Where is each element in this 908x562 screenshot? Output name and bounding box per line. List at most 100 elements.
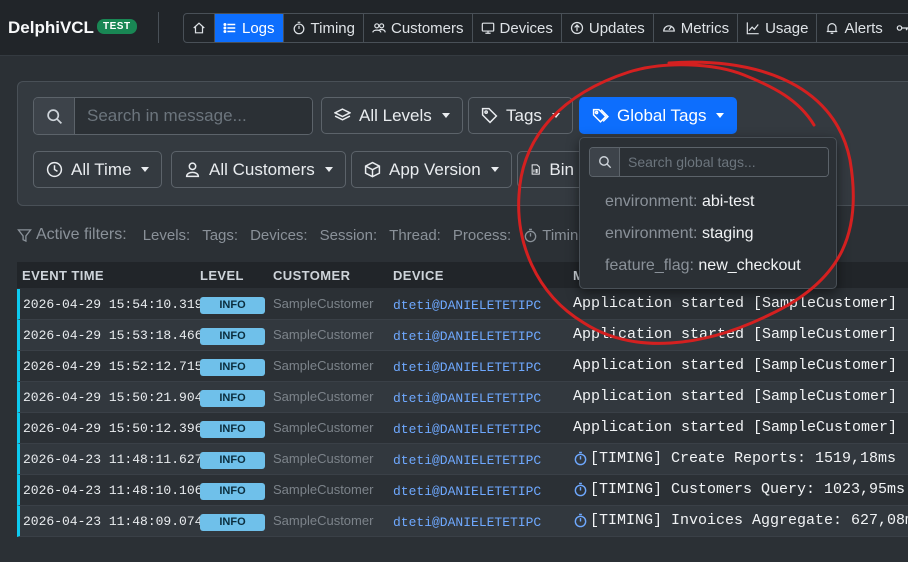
table-row[interactable]: 2026-04-23 11:48:11.627 INFO SampleCustome… bbox=[17, 444, 908, 475]
log-message: Application started [SampleCustomer] bbox=[573, 388, 897, 405]
log-message: [TIMING] Customers Query: 1023,95ms bbox=[573, 481, 905, 498]
customer-name[interactable]: SampleCustomer bbox=[273, 327, 373, 342]
nav-metrics[interactable]: Metrics bbox=[654, 14, 739, 42]
event-time: 2026-04-23 11:48:11.627 bbox=[23, 452, 203, 467]
app-title[interactable]: DelphiVCL bbox=[8, 18, 94, 38]
tags-dropdown[interactable]: Tags bbox=[468, 97, 573, 134]
box-icon bbox=[364, 161, 381, 178]
active-filter-session: Session: bbox=[319, 226, 378, 244]
nav-devices-label: Devices bbox=[499, 19, 553, 37]
table-row[interactable]: 2026-04-23 11:48:10.106 INFO SampleCustome… bbox=[17, 475, 908, 506]
global-tags-search-input[interactable] bbox=[620, 148, 828, 176]
list-icon bbox=[223, 23, 236, 33]
time-range-dropdown[interactable]: All Time bbox=[33, 151, 163, 188]
col-level[interactable]: LEVEL bbox=[200, 268, 244, 283]
layers-icon bbox=[334, 108, 351, 121]
search-input[interactable] bbox=[75, 98, 312, 134]
event-time: 2026-04-29 15:50:21.904 bbox=[23, 390, 203, 405]
global-tag-key: environment: bbox=[605, 225, 698, 242]
speedometer-icon bbox=[662, 25, 675, 32]
log-message: Application started [SampleCustomer] bbox=[573, 419, 897, 436]
navbar-divider bbox=[158, 12, 159, 43]
device-link[interactable]: dteti@DANIELETETIPC bbox=[393, 298, 541, 313]
device-link[interactable]: dteti@DANIELETETIPC bbox=[393, 329, 541, 344]
table-row[interactable]: 2026-04-29 15:52:12.715 INFO SampleCustome… bbox=[17, 351, 908, 382]
global-tag-option[interactable]: environment: staging bbox=[605, 225, 754, 243]
log-message: Application started [SampleCustomer] bbox=[573, 357, 897, 374]
device-link[interactable]: dteti@DANIELETETIPC bbox=[393, 484, 541, 499]
customer-name[interactable]: SampleCustomer bbox=[273, 513, 373, 528]
level-badge: INFO bbox=[200, 421, 265, 438]
binary-dropdown[interactable]: Bin bbox=[517, 151, 587, 188]
levels-dropdown[interactable]: All Levels bbox=[321, 97, 463, 134]
global-tags-menu: environment: abi-test environment: stagi… bbox=[579, 137, 837, 289]
customer-name[interactable]: SampleCustomer bbox=[273, 482, 373, 497]
nav-alerts[interactable]: Alerts bbox=[817, 14, 908, 42]
nav-updates[interactable]: Updates bbox=[562, 14, 654, 42]
log-table: EVENT TIME LEVEL CUSTOMER DEVICE M 2026-… bbox=[17, 262, 908, 562]
search-icon bbox=[46, 108, 62, 124]
top-navbar: DelphiVCL TEST Logs Timing Customers Dev… bbox=[0, 0, 908, 56]
customers-dropdown[interactable]: All Customers bbox=[171, 151, 346, 188]
time-range-label: All Time bbox=[71, 159, 132, 179]
col-customer[interactable]: CUSTOMER bbox=[273, 268, 350, 283]
log-message-text: Application started [SampleCustomer] bbox=[573, 326, 898, 343]
home-icon bbox=[193, 22, 205, 34]
bell-icon bbox=[827, 23, 838, 34]
global-tag-value: abi-test bbox=[701, 193, 755, 210]
log-message-text: Application started [SampleCustomer] bbox=[573, 357, 898, 374]
nav-logs[interactable]: Logs bbox=[215, 14, 284, 42]
app-version-dropdown[interactable]: App Version bbox=[351, 151, 512, 188]
stopwatch-icon bbox=[574, 451, 587, 466]
tags-label: Tags bbox=[506, 105, 542, 125]
table-row[interactable]: 2026-04-29 15:50:21.904 INFO SampleCustome… bbox=[17, 382, 908, 413]
global-tags-search bbox=[589, 147, 829, 177]
global-tag-option[interactable]: feature_flag: new_checkout bbox=[605, 257, 801, 275]
key-icon bbox=[896, 25, 908, 31]
stopwatch-icon bbox=[524, 228, 537, 242]
nav-timing[interactable]: Timing bbox=[284, 14, 364, 42]
file-binary-icon bbox=[531, 164, 540, 175]
level-badge: INFO bbox=[200, 297, 265, 314]
device-link[interactable]: dteti@DANIELETETIPC bbox=[393, 422, 541, 437]
table-row[interactable]: 2026-04-23 11:48:09.074 INFO SampleCustome… bbox=[17, 506, 908, 537]
log-message-text: [TIMING] Create Reports: 1519,18ms bbox=[590, 450, 897, 467]
global-tag-option[interactable]: environment: abi-test bbox=[605, 193, 754, 211]
nav-customers[interactable]: Customers bbox=[364, 14, 473, 42]
global-tag-key: environment: bbox=[605, 193, 698, 210]
level-badge: INFO bbox=[200, 390, 265, 407]
funnel-icon bbox=[17, 228, 32, 242]
customer-name[interactable]: SampleCustomer bbox=[273, 296, 373, 311]
device-link[interactable]: dteti@DANIELETETIPC bbox=[393, 515, 541, 530]
col-device[interactable]: DEVICE bbox=[393, 268, 444, 283]
device-link[interactable]: dteti@DANIELETETIPC bbox=[393, 360, 541, 375]
customers-label: All Customers bbox=[209, 159, 315, 179]
global-tag-value: staging bbox=[701, 225, 754, 242]
active-filter-levels: Levels: bbox=[142, 226, 191, 244]
customer-name[interactable]: SampleCustomer bbox=[273, 451, 373, 466]
nav-devices[interactable]: Devices bbox=[473, 14, 562, 42]
nav-alerts-label: Alerts bbox=[844, 19, 883, 37]
log-message-text: Application started [SampleCustomer] bbox=[573, 388, 898, 405]
nav-usage-label: Usage bbox=[765, 19, 809, 37]
search-addon bbox=[34, 98, 75, 134]
log-message: Application started [SampleCustomer] bbox=[573, 295, 897, 312]
table-row[interactable]: 2026-04-29 15:54:10.319 INFO SampleCustome… bbox=[17, 289, 908, 320]
customer-name[interactable]: SampleCustomer bbox=[273, 358, 373, 373]
device-link[interactable]: dteti@DANIELETETIPC bbox=[393, 391, 541, 406]
nav-home[interactable] bbox=[184, 14, 215, 42]
level-badge: INFO bbox=[200, 452, 265, 469]
nav-usage[interactable]: Usage bbox=[738, 14, 818, 42]
event-time: 2026-04-29 15:54:10.319 bbox=[23, 297, 203, 312]
customer-name[interactable]: SampleCustomer bbox=[273, 420, 373, 435]
col-event-time[interactable]: EVENT TIME bbox=[22, 268, 104, 283]
nav-customers-label: Customers bbox=[390, 19, 464, 37]
table-row[interactable]: 2026-04-29 15:50:12.396 INFO SampleCustome… bbox=[17, 413, 908, 444]
event-time: 2026-04-29 15:50:12.396 bbox=[23, 421, 203, 436]
table-row[interactable]: 2026-04-29 15:53:18.466 INFO SampleCustome… bbox=[17, 320, 908, 351]
customer-name[interactable]: SampleCustomer bbox=[273, 389, 373, 404]
global-tags-dropdown[interactable]: Global Tags bbox=[579, 97, 738, 134]
device-link[interactable]: dteti@DANIELETETIPC bbox=[393, 453, 541, 468]
log-message: Application started [SampleCustomer] bbox=[573, 326, 897, 343]
active-filters-bar: Active filters: Levels: Tags: Devices: S… bbox=[17, 226, 578, 244]
